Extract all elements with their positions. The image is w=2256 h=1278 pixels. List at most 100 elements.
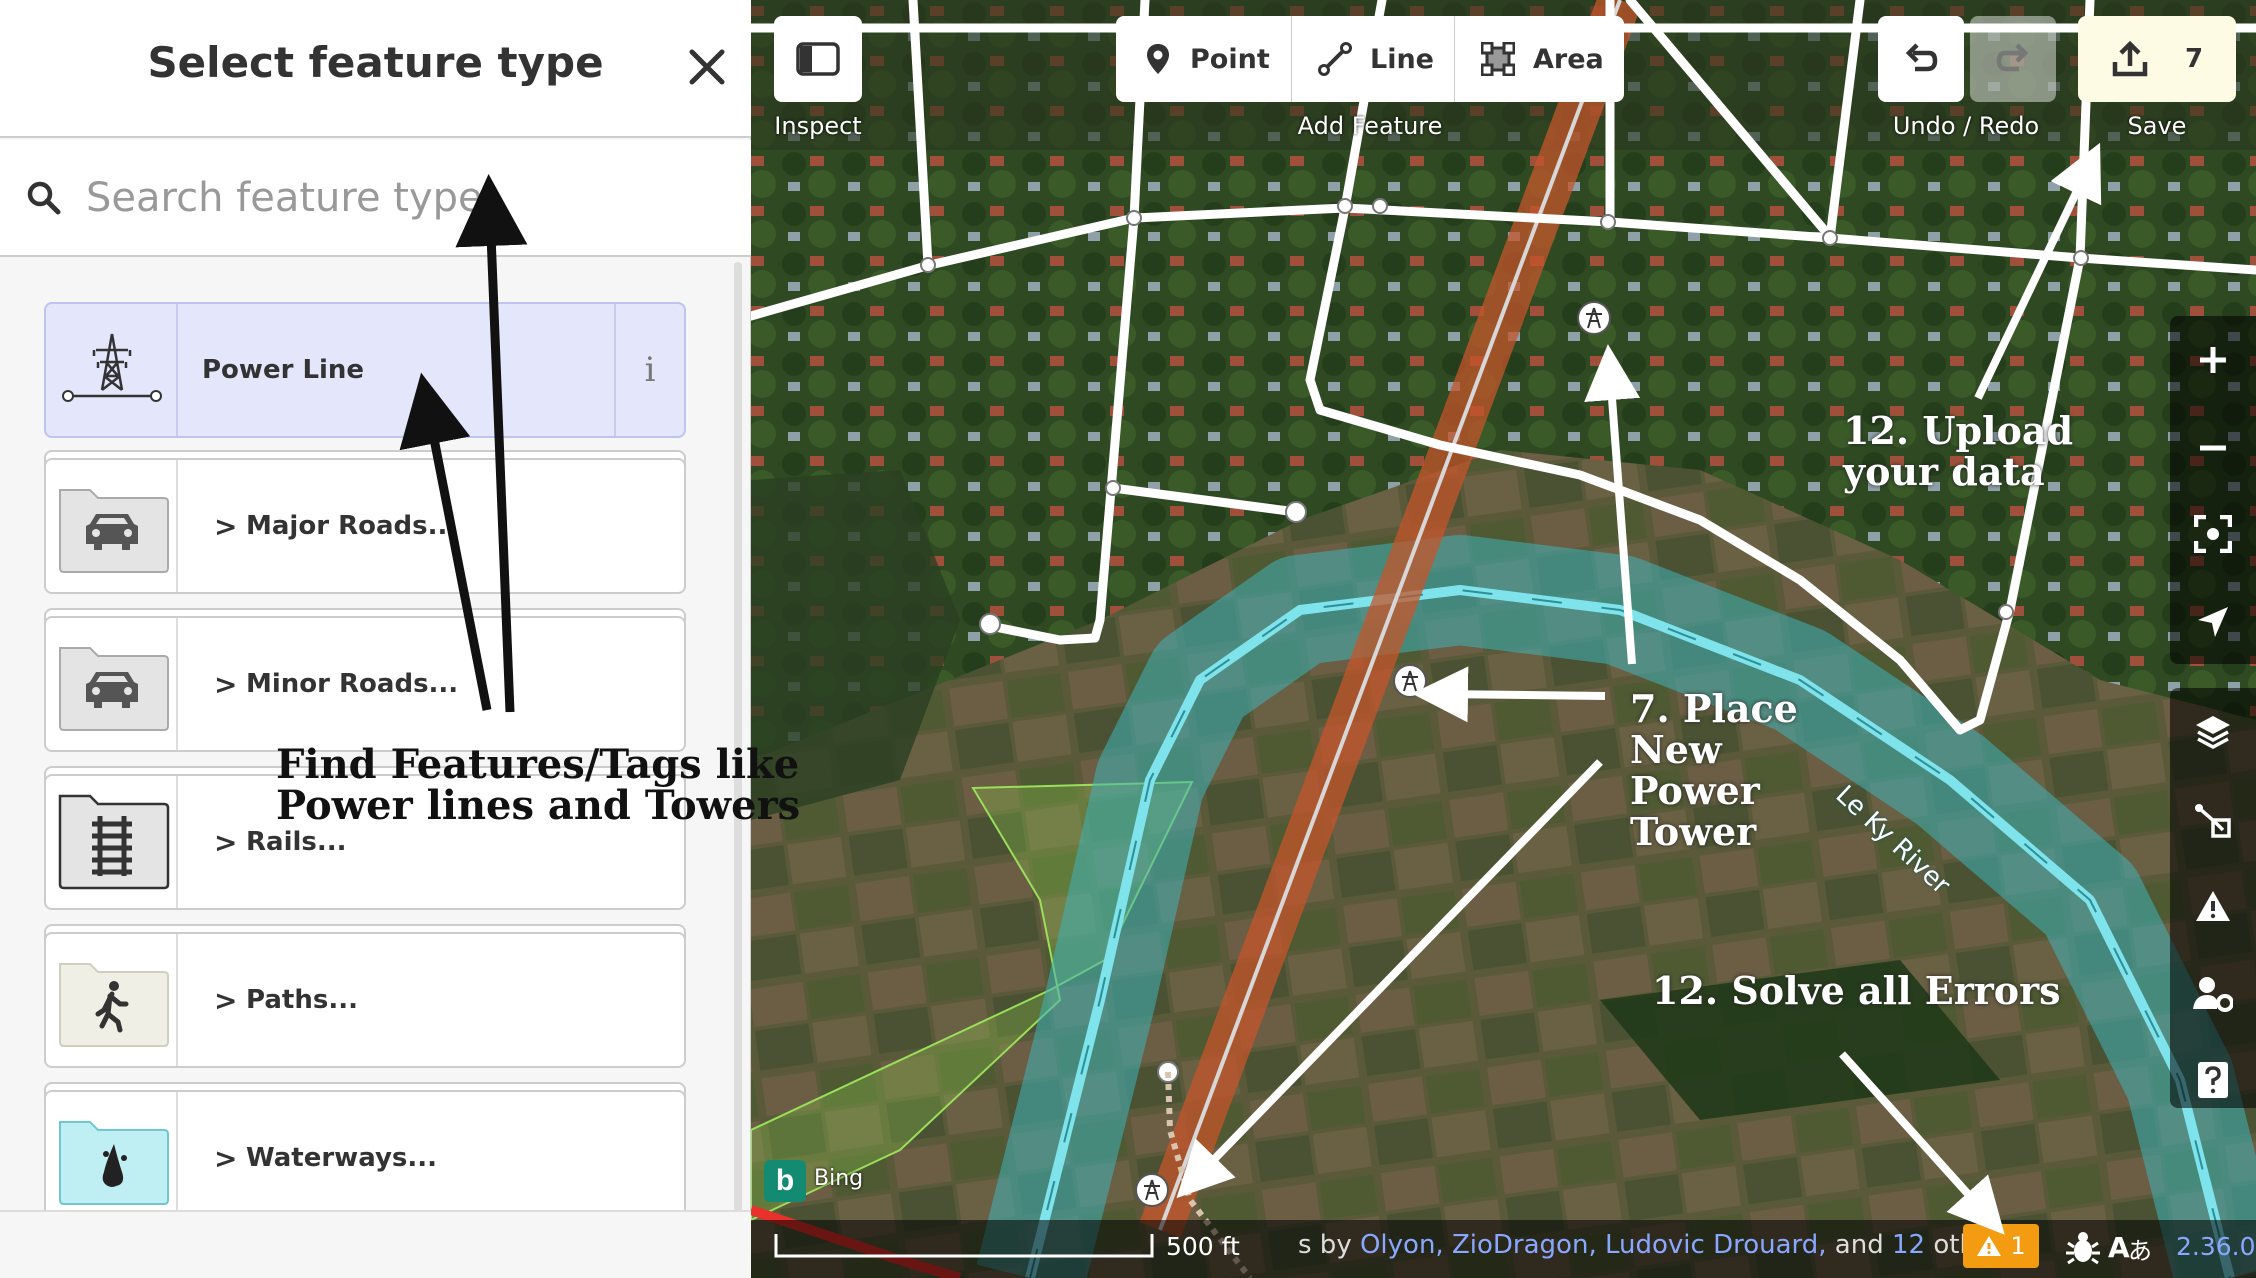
preset-waterways[interactable]: > Waterways... (44, 1090, 686, 1226)
annotation-line: New (1630, 727, 1722, 772)
add-point-button[interactable]: Point (1116, 16, 1292, 102)
contributor-link[interactable]: Olyon, (1360, 1230, 1444, 1260)
preset-label: Minor Roads... (246, 669, 459, 699)
map-view[interactable]: Le Ky River (751, 0, 2256, 1278)
issues-badge[interactable]: 1 (1963, 1224, 2039, 1268)
power-tower-icon[interactable] (1577, 301, 1611, 335)
save-label: Save (2127, 112, 2187, 140)
preset-label: Waterways... (246, 1143, 438, 1173)
warning-icon (2196, 891, 2230, 921)
help-button[interactable] (2180, 1042, 2246, 1118)
inspect-label: Inspect (774, 112, 862, 140)
power-line-icon (62, 333, 162, 402)
location-arrow-icon (2198, 607, 2228, 637)
sidebar-scrollbar[interactable] (734, 262, 742, 1212)
search-bar (0, 140, 751, 257)
redo-button[interactable] (1970, 16, 2056, 102)
contributor-link[interactable]: Ludovic Drouard, (1605, 1230, 1827, 1260)
undo-button[interactable] (1878, 16, 1964, 102)
pedestrian-folder-icon (59, 963, 169, 1047)
map-data-icon (2195, 804, 2231, 838)
area-icon (1481, 42, 1515, 76)
search-icon (27, 181, 61, 215)
annotation-upload: 12. Upload your data (1843, 410, 2073, 492)
sidebar: Select feature type Powe (0, 0, 751, 1278)
save-count: 7 (2184, 44, 2204, 74)
redo-icon (1996, 43, 2029, 72)
save-button[interactable]: 7 (2078, 16, 2236, 102)
preset-label: Power Line (202, 355, 365, 385)
preset-icon-cell (46, 776, 178, 908)
attribution-prefix: s by (1298, 1230, 1352, 1260)
issues-button[interactable] (2180, 868, 2246, 944)
add-area-button[interactable]: Area (1455, 16, 1624, 102)
scale-label: 500 ft (1166, 1232, 1240, 1261)
rail-folder-icon (58, 794, 170, 890)
car-folder-icon (59, 647, 169, 731)
power-tower-icon[interactable] (1135, 1173, 1169, 1207)
bing-logo[interactable]: b (764, 1160, 806, 1202)
add-line-button[interactable]: Line (1292, 16, 1455, 102)
chevron-right-icon: > (214, 1141, 238, 1175)
preset-minor-roads[interactable]: > Minor Roads... (44, 616, 686, 752)
preset-info-button[interactable]: i (614, 304, 684, 436)
water-folder-icon (59, 1121, 169, 1205)
bug-icon[interactable] (2064, 1229, 2102, 1265)
annotation-place-tower: 7. Place New Power Tower (1630, 688, 1798, 852)
zoom-out-button[interactable] (2180, 410, 2246, 486)
annotation-line: Find Features/Tags like (276, 741, 800, 788)
line-label: Line (1370, 43, 1434, 75)
sidebar-header: Select feature type (0, 0, 751, 138)
car-folder-icon (59, 489, 169, 573)
svg-text:あ: あ (2128, 1237, 2152, 1265)
preferences-button[interactable] (2180, 956, 2246, 1032)
close-button[interactable] (682, 42, 732, 92)
zoom-to-selection-button[interactable] (2180, 496, 2246, 572)
preset-icon-cell (46, 934, 178, 1066)
preset-icon-cell (46, 304, 178, 436)
preset-icon-cell (46, 1092, 178, 1224)
imagery-provider-label: Bing (814, 1166, 864, 1191)
preset-label: Paths... (246, 985, 358, 1015)
contributor-link[interactable]: ZioDragon, (1452, 1230, 1597, 1260)
scale-bar (774, 1234, 1154, 1258)
map-data-button[interactable] (2180, 782, 2246, 858)
annotation-line: Tower (1630, 809, 1757, 854)
chevron-right-icon: > (214, 983, 238, 1017)
preset-paths[interactable]: > Paths... (44, 932, 686, 1068)
search-input[interactable] (86, 162, 706, 234)
upload-icon (2112, 40, 2148, 77)
zoom-in-button[interactable] (2180, 322, 2246, 398)
focus-icon (2194, 515, 2232, 553)
sidebar-toggle-icon (796, 42, 840, 76)
user-settings-icon (2193, 977, 2233, 1012)
point-label: Point (1190, 43, 1270, 75)
version-label[interactable]: 2.36.0 (2176, 1232, 2256, 1261)
others-count-link[interactable]: 12 (1892, 1230, 1925, 1260)
add-feature-group: Point Line Area (1116, 16, 1624, 102)
inspect-button[interactable] (774, 16, 862, 102)
translate-icon[interactable]: A あ (2108, 1229, 2154, 1265)
background-button[interactable] (2180, 694, 2246, 770)
minus-icon (2200, 445, 2226, 451)
power-tower-icon[interactable] (1393, 664, 1427, 698)
chevron-right-icon: > (214, 667, 238, 701)
undo-redo-label: Undo / Redo (1892, 112, 2040, 140)
preset-major-roads[interactable]: > Major Roads... (44, 458, 686, 594)
satellite-imagery[interactable] (751, 0, 2256, 1278)
annotation-line: 12. Upload (1843, 408, 2074, 453)
point-marker-icon (1147, 44, 1169, 74)
footer-tools: A あ (2064, 1226, 2164, 1268)
geolocate-button[interactable] (2180, 584, 2246, 660)
sidebar-title: Select feature type (147, 38, 604, 87)
line-icon (1318, 42, 1352, 76)
preset-icon-cell (46, 618, 178, 750)
add-feature-label: Add Feature (1297, 112, 1443, 140)
preset-icon-cell (46, 460, 178, 592)
preset-power-line[interactable]: Power Line i (44, 302, 686, 438)
area-label: Area (1533, 43, 1604, 75)
chevron-right-icon: > (214, 509, 238, 543)
plus-icon (2200, 347, 2226, 373)
undo-icon (1905, 43, 1938, 72)
layers-icon (2196, 716, 2230, 749)
